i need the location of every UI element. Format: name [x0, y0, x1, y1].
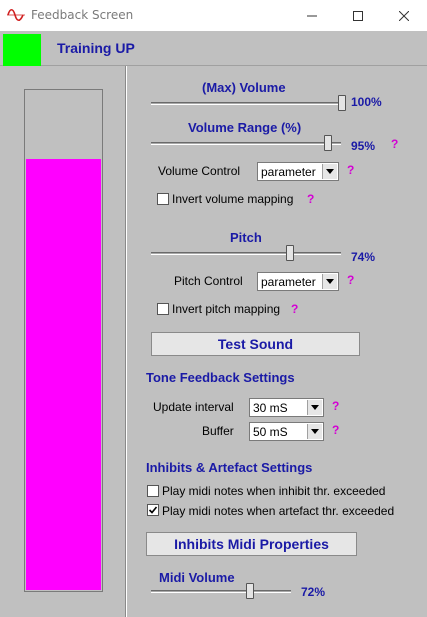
update-interval-select[interactable]: 30 mS [249, 398, 324, 417]
pitch-value: 74% [351, 250, 376, 264]
artefact-midi-checkbox[interactable] [147, 504, 159, 516]
chevron-down-icon[interactable] [307, 400, 322, 415]
midi-volume-slider[interactable] [151, 583, 291, 599]
buffer-select[interactable]: 50 mS [249, 422, 324, 441]
panel-divider [125, 66, 127, 617]
invert-pitch-checkbox[interactable] [157, 303, 169, 315]
level-meter-fill [26, 159, 101, 590]
pitch-control-select[interactable]: parameter [257, 272, 339, 291]
invert-volume-checkbox[interactable] [157, 193, 169, 205]
level-meter [24, 89, 103, 592]
inhibit-midi-checkbox[interactable] [147, 485, 159, 497]
pitch-control-label: Pitch Control [174, 274, 243, 288]
chevron-down-icon[interactable] [322, 164, 337, 179]
test-sound-button[interactable]: Test Sound [151, 332, 360, 356]
close-button[interactable] [381, 0, 427, 31]
volume-control-help[interactable]: ? [347, 163, 354, 177]
buffer-label: Buffer [202, 424, 234, 438]
max-volume-label: (Max) Volume [202, 80, 286, 95]
invert-pitch-label: Invert pitch mapping [172, 302, 281, 316]
invert-pitch-help[interactable]: ? [291, 302, 298, 316]
chevron-down-icon[interactable] [307, 424, 322, 439]
slider-thumb[interactable] [286, 245, 294, 261]
window-title: Feedback Screen [31, 8, 134, 22]
buffer-value: 50 mS [253, 425, 288, 439]
slider-thumb[interactable] [246, 583, 254, 599]
pitch-label: Pitch [230, 230, 262, 245]
slider-thumb[interactable] [324, 135, 332, 151]
maximize-button[interactable] [335, 0, 381, 31]
minimize-icon [307, 15, 317, 16]
volume-control-select[interactable]: parameter [257, 162, 339, 181]
invert-volume-help[interactable]: ? [307, 192, 314, 206]
inhibits-heading: Inhibits & Artefact Settings [146, 460, 313, 475]
invert-volume-label: Invert volume mapping [172, 192, 294, 206]
update-interval-help[interactable]: ? [332, 399, 339, 413]
minimize-button[interactable] [289, 0, 335, 31]
artefact-midi-label: Play midi notes when artefact thr. excee… [162, 504, 395, 518]
volume-range-slider[interactable] [151, 135, 341, 151]
volume-range-label: Volume Range (%) [188, 120, 302, 135]
volume-range-help[interactable]: ? [391, 137, 398, 151]
maximize-icon [353, 10, 363, 21]
inhibit-midi-label: Play midi notes when inhibit thr. exceed… [162, 484, 386, 498]
max-volume-slider[interactable] [151, 95, 346, 111]
slider-track [151, 142, 341, 145]
buffer-help[interactable]: ? [332, 423, 339, 437]
checkmark-icon [148, 506, 158, 514]
slider-thumb[interactable] [338, 95, 346, 111]
status-indicator [3, 34, 41, 66]
tone-feedback-heading: Tone Feedback Settings [146, 370, 295, 385]
midi-volume-value: 72% [301, 585, 326, 599]
volume-control-value: parameter [261, 165, 316, 179]
slider-track [151, 102, 346, 105]
inhibits-midi-properties-button[interactable]: Inhibits Midi Properties [146, 532, 357, 556]
pitch-slider[interactable] [151, 245, 341, 261]
update-interval-value: 30 mS [253, 401, 288, 415]
close-icon [399, 10, 409, 21]
volume-range-value: 95% [351, 139, 376, 153]
waveform-icon [7, 8, 25, 22]
update-interval-label: Update interval [153, 400, 234, 414]
status-header: Training UP [0, 31, 427, 66]
status-text: Training UP [57, 40, 135, 56]
pitch-control-help[interactable]: ? [347, 273, 354, 287]
volume-control-label: Volume Control [158, 164, 241, 178]
chevron-down-icon[interactable] [322, 274, 337, 289]
max-volume-value: 100% [351, 95, 382, 109]
slider-track [151, 590, 291, 593]
title-bar[interactable]: Feedback Screen [0, 0, 427, 31]
slider-track [151, 252, 341, 255]
pitch-control-value: parameter [261, 275, 316, 289]
